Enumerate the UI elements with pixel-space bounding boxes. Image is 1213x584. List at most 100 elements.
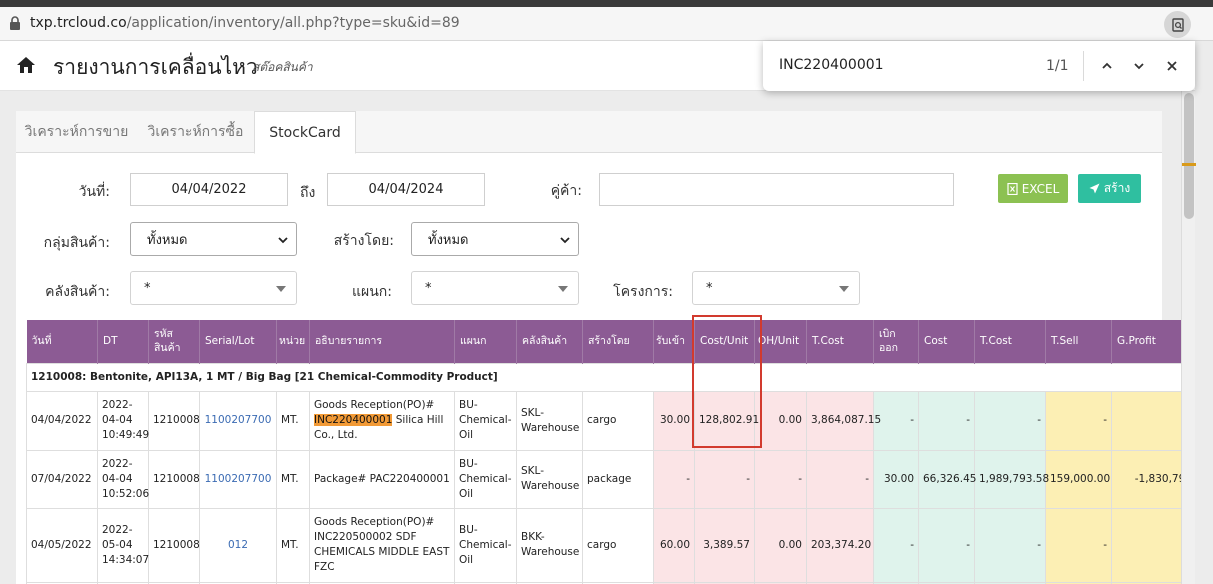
cell-date: 04/05/2022 bbox=[26, 507, 98, 583]
project-value: * bbox=[706, 280, 713, 296]
extension-button[interactable] bbox=[1164, 11, 1191, 38]
partner-input[interactable] bbox=[599, 173, 954, 206]
url-text[interactable]: txp.trcloud.co/application/inventory/all… bbox=[30, 15, 460, 31]
stockcard-table-wrapper[interactable]: วันที่ DT รหัส สินค้า Serial/Lot หน่วย อ… bbox=[26, 320, 1181, 584]
create-button-label: สร้าง bbox=[1103, 181, 1131, 195]
date-from-input[interactable]: 04/04/2022 bbox=[130, 173, 288, 206]
window-top-strip bbox=[0, 0, 1213, 7]
url-host: txp.trcloud.co bbox=[30, 15, 127, 31]
chevron-up-icon bbox=[1102, 62, 1112, 69]
table-row[interactable]: 04/05/2022 2022-05-04 14:34:07 1210008 0… bbox=[26, 507, 1181, 583]
warehouse-select[interactable]: * bbox=[130, 271, 297, 305]
column-header[interactable]: แผนก bbox=[454, 320, 517, 363]
page-gutter bbox=[1195, 41, 1213, 584]
date-to-input[interactable]: 04/04/2024 bbox=[327, 173, 485, 206]
address-bar[interactable]: txp.trcloud.co/application/inventory/all… bbox=[0, 7, 1213, 41]
cell-oh-unit: 0.00 bbox=[754, 390, 807, 451]
department-value: * bbox=[425, 280, 432, 296]
cell-department: BU-Chemical-Oil bbox=[454, 390, 517, 451]
warehouse-value: * bbox=[144, 280, 151, 296]
to-label: ถึง bbox=[300, 185, 316, 201]
column-header[interactable]: หน่วย bbox=[276, 320, 310, 363]
column-header[interactable]: OH/Unit bbox=[754, 320, 807, 363]
column-header[interactable]: T.Sell bbox=[1045, 320, 1112, 363]
warehouse-label: คลังสินค้า: bbox=[45, 284, 110, 300]
project-select[interactable]: * bbox=[692, 271, 860, 305]
find-separator bbox=[1083, 51, 1084, 81]
home-icon[interactable] bbox=[16, 55, 36, 75]
cell-gross-profit bbox=[1111, 390, 1181, 451]
column-header[interactable]: Cost/Unit bbox=[694, 320, 755, 363]
column-header[interactable]: รับเข้า bbox=[653, 320, 695, 363]
cell-date: 04/04/2022 bbox=[26, 390, 98, 451]
date-label: วันที่: bbox=[78, 184, 110, 200]
product-group-tail: B/ bbox=[1111, 362, 1181, 392]
column-header[interactable]: เบิก ออก bbox=[873, 320, 919, 363]
department-label: แผนก: bbox=[352, 284, 392, 300]
cell-description: Goods Reception(PO)# INC220400001 Silica … bbox=[309, 390, 455, 451]
column-header[interactable]: รหัส สินค้า bbox=[148, 320, 200, 363]
created-by-select[interactable]: ทั้งหมด bbox=[411, 222, 579, 256]
create-button[interactable]: สร้าง bbox=[1078, 174, 1141, 203]
cell-created-by: cargo bbox=[582, 507, 654, 583]
vertical-scrollbar[interactable] bbox=[1181, 91, 1196, 584]
scrollbar-thumb[interactable] bbox=[1184, 93, 1194, 219]
cell-unit: MT. bbox=[276, 390, 310, 451]
cell-created-by: package bbox=[582, 449, 654, 509]
cell-issued: - bbox=[873, 507, 919, 583]
cell-received: 60.00 bbox=[653, 507, 695, 583]
cell-warehouse: SKL-Warehouse bbox=[516, 449, 583, 509]
excel-button[interactable]: EXCEL bbox=[998, 174, 1068, 203]
report-tabs: วิเคราะห์การขาย วิเคราะห์การซื้อ StockCa… bbox=[16, 111, 1162, 154]
column-header[interactable]: T.Cost bbox=[974, 320, 1046, 363]
created-by-value: ทั้งหมด bbox=[428, 232, 469, 248]
column-header[interactable]: DT bbox=[97, 320, 149, 363]
cell-cost: - bbox=[918, 507, 975, 583]
find-input[interactable]: INC220400001 bbox=[779, 57, 884, 73]
cell-department: BU-Chemical-Oil bbox=[454, 449, 517, 509]
cell-lot-link[interactable]: 1100207700 bbox=[199, 449, 277, 509]
cell-total-cost-out: - bbox=[974, 507, 1046, 583]
cell-unit: MT. bbox=[276, 507, 310, 583]
table-row[interactable]: 07/04/2022 2022-04-04 10:52:06 1210008 1… bbox=[26, 449, 1181, 509]
product-group-select[interactable]: ทั้งหมด bbox=[130, 222, 297, 256]
cell-oh-unit: 0.00 bbox=[754, 507, 807, 583]
excel-file-icon bbox=[1007, 182, 1018, 195]
cell-received: - bbox=[653, 449, 695, 509]
cell-total-sell: 159,000.00 bbox=[1045, 449, 1112, 509]
find-close-button[interactable] bbox=[1160, 54, 1184, 78]
column-header[interactable]: Cost bbox=[918, 320, 975, 363]
chevron-down-icon bbox=[1134, 63, 1144, 70]
cell-total-cost-in: 3,864,087.15 bbox=[806, 390, 881, 451]
tab-stockcard[interactable]: StockCard bbox=[254, 111, 356, 154]
column-header[interactable]: อธิบายรายการ bbox=[309, 320, 455, 363]
column-header[interactable]: Serial/Lot bbox=[199, 320, 277, 363]
cell-lot-link[interactable]: 1100207700 bbox=[199, 390, 277, 451]
column-header[interactable]: วันที่ bbox=[26, 320, 98, 363]
cell-gross-profit bbox=[1111, 507, 1181, 583]
department-select[interactable]: * bbox=[411, 271, 579, 305]
excel-button-label: EXCEL bbox=[1021, 181, 1060, 196]
column-header[interactable]: สร้างโดย bbox=[582, 320, 654, 363]
cell-lot-link[interactable]: 012 bbox=[199, 507, 277, 583]
cell-dt: 2022-04-04 10:52:06 bbox=[97, 449, 149, 509]
table-header-row: วันที่ DT รหัส สินค้า Serial/Lot หน่วย อ… bbox=[26, 320, 1181, 363]
cell-total-cost-in: 203,374.20 bbox=[806, 507, 874, 583]
partner-label: คู่ค้า: bbox=[550, 183, 582, 199]
find-next-button[interactable] bbox=[1127, 54, 1151, 78]
table-row[interactable]: 04/04/2022 2022-04-04 10:49:49 1210008 1… bbox=[26, 390, 1181, 451]
stockcard-table: วันที่ DT รหัส สินค้า Serial/Lot หน่วย อ… bbox=[26, 320, 1181, 584]
tab-sales-analysis[interactable]: วิเคราะห์การขาย bbox=[16, 111, 137, 153]
column-header[interactable]: คลังสินค้า bbox=[516, 320, 583, 363]
url-path: /application/inventory/all.php?type=sku&… bbox=[126, 15, 460, 31]
cell-date: 07/04/2022 bbox=[26, 449, 98, 509]
cell-description: Goods Reception(PO)# INC220500002 SDF CH… bbox=[309, 507, 455, 583]
find-match-marker bbox=[1182, 163, 1196, 166]
tab-purchase-analysis[interactable]: วิเคราะห์การซื้อ bbox=[137, 111, 254, 153]
column-header[interactable]: G.Profit bbox=[1111, 320, 1181, 363]
cell-cost: - bbox=[918, 390, 975, 451]
find-previous-button[interactable] bbox=[1095, 54, 1119, 78]
dropdown-arrow-icon bbox=[558, 286, 568, 292]
column-header[interactable]: T.Cost bbox=[806, 320, 874, 363]
page-title: รายงานการเคลื่อนไหว bbox=[53, 55, 258, 79]
